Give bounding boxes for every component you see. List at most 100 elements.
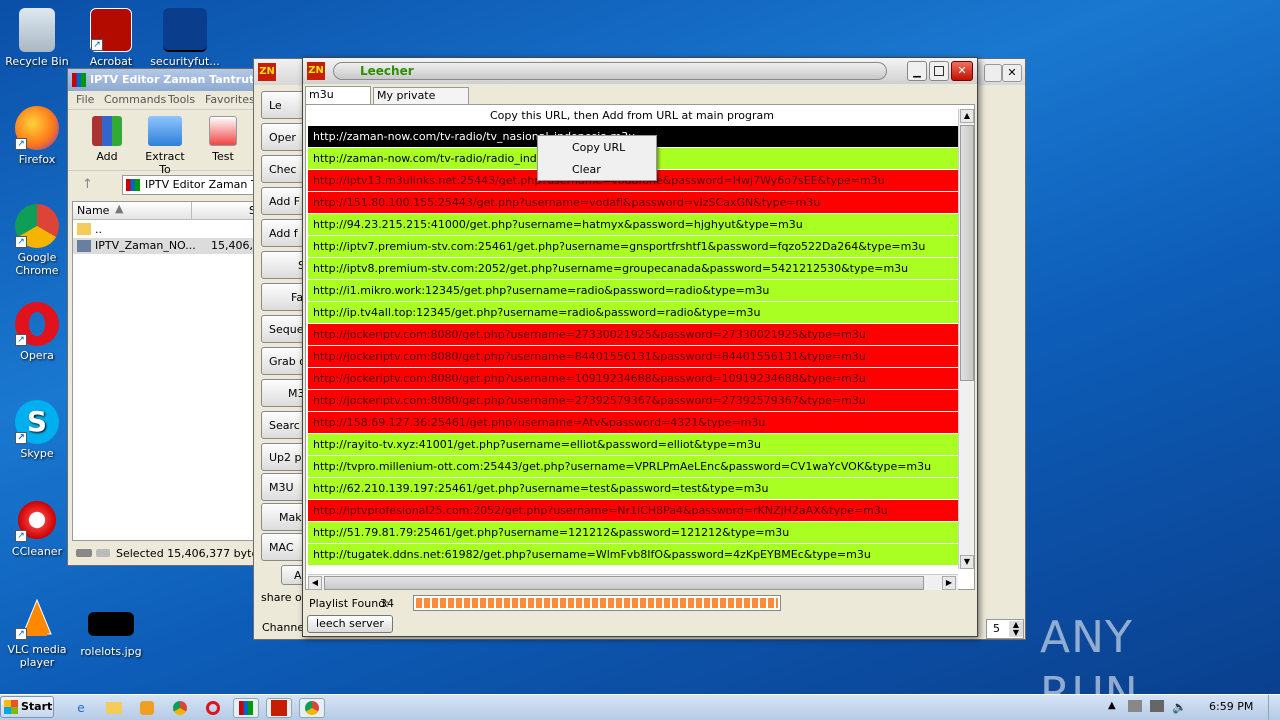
list-item[interactable]: http://jockeriptv.com:8080/get.php?usern…	[308, 324, 958, 346]
archive-icon	[126, 179, 140, 191]
list-item[interactable]: http://tvpro.millenium-ott.com:25443/get…	[308, 456, 958, 478]
horizontal-scrollbar[interactable]: ◀ ▶	[308, 574, 958, 590]
chrome-window-taskbar-icon[interactable]	[299, 698, 325, 718]
file-list: Name ▲ S .. IPTV_Zaman_NO... 15,406,3	[72, 201, 260, 541]
windows-logo-icon	[4, 700, 18, 714]
list-item[interactable]: http://151.80.100.155:25443/get.php?user…	[308, 192, 958, 214]
media-player-icon[interactable]	[134, 698, 160, 718]
desktop-icon-ccleaner[interactable]: ↗ CCleaner	[0, 498, 74, 558]
scroll-right-arrow-icon[interactable]: ▶	[942, 576, 956, 590]
winrar-icon	[72, 73, 86, 87]
add-label: Add	[96, 150, 118, 163]
list-item[interactable]: http://tugatek.ddns.net:61982/get.php?us…	[308, 544, 958, 566]
desktop-icon-securityfut[interactable]: securityfut...	[148, 8, 222, 68]
volume-icon[interactable]: 🔈	[1172, 700, 1187, 714]
close-button[interactable]: ✕	[951, 61, 973, 81]
desktop-icon-label: rolelots.jpg	[80, 645, 142, 658]
clock[interactable]: 6:59 PM	[1209, 700, 1253, 713]
winrar-titlebar[interactable]: IPTV Editor Zaman Tantruttv	[68, 69, 267, 91]
desktop-icon-skype[interactable]: S ↗ Skype	[0, 400, 74, 460]
list-item[interactable]: http://jockeriptv.com:8080/get.php?usern…	[308, 346, 958, 368]
list-item[interactable]: http://iptv7.premium-stv.com:25461/get.p…	[308, 236, 958, 258]
desktop-icon-recycle-bin[interactable]: Recycle Bin	[0, 8, 74, 68]
list-item[interactable]: http://94.23.215.215:41000/get.php?usern…	[308, 214, 958, 236]
list-item[interactable]: http://62.210.139.197:25461/get.php?user…	[308, 478, 958, 500]
table-row[interactable]: IPTV_Zaman_NO... 15,406,3	[73, 238, 260, 254]
menu-commands[interactable]: Commands	[104, 91, 166, 109]
spinner-arrows-icon[interactable]: ▲ ▼	[1009, 621, 1023, 637]
list-item[interactable]: http://iptv8.premium-stv.com:2052/get.ph…	[308, 258, 958, 280]
list-item[interactable]: http://158.69.127.36:25461/get.php?usern…	[308, 412, 958, 434]
path-field[interactable]: IPTV Editor Zaman Tan	[122, 175, 258, 195]
leecher-title-pill: Leecher	[333, 62, 887, 80]
instruction-text: Copy this URL, then Add from URL at main…	[490, 109, 774, 122]
extract-to-label: Extract To	[145, 150, 185, 176]
list-item[interactable]: http://ip.tv4all.top:12345/get.php?usern…	[308, 302, 958, 324]
desktop-icon-label: securityfut...	[150, 55, 220, 68]
menu-file[interactable]: File	[76, 91, 94, 109]
row-name: IPTV_Zaman_NO...	[95, 239, 196, 252]
h-scroll-thumb[interactable]	[324, 576, 924, 590]
winrar-taskbar-icon[interactable]	[233, 698, 259, 718]
taskbar: Start e ▲ 🔈 6:59 PM	[0, 694, 1280, 720]
editor-app-icon: ZN	[258, 63, 276, 81]
editor-maximize-button[interactable]	[984, 64, 1002, 82]
desktop-icon-chrome[interactable]: ↗ Google Chrome	[0, 204, 74, 277]
scroll-up-arrow-icon[interactable]: ▲	[960, 109, 974, 123]
desktop-icon-label: Google Chrome	[15, 251, 59, 277]
list-item[interactable]: http://rayito-tv.xyz:41001/get.php?usern…	[308, 434, 958, 456]
up-arrow-icon[interactable]: ↑	[82, 177, 93, 192]
leecher-titlebar[interactable]: ZN Leecher ▁ ✕	[303, 58, 977, 84]
menu-item-clear[interactable]: Clear	[540, 160, 654, 180]
table-row[interactable]: ..	[73, 222, 255, 238]
folder-icon	[77, 223, 91, 235]
list-item[interactable]: http://iptvprofesional25.com:2052/get.ph…	[308, 500, 958, 522]
desktop-icon-opera[interactable]: ↗ Opera	[0, 302, 74, 362]
tab-my-private-leecher[interactable]: My private leecher	[373, 87, 469, 117]
menu-item-copy-url[interactable]: Copy URL	[540, 138, 654, 158]
add-button[interactable]: Add	[88, 116, 126, 163]
archive-add-icon	[92, 116, 122, 146]
desktop-icon-acrobat[interactable]: ↗ Acrobat	[74, 8, 148, 68]
desktop-icon-rolelots[interactable]: rolelots.jpg	[74, 612, 148, 658]
list-item[interactable]: http://i1.mikro.work:12345/get.php?usern…	[308, 280, 958, 302]
list-item[interactable]: http://jockeriptv.com:8080/get.php?usern…	[308, 390, 958, 412]
scroll-down-arrow-icon[interactable]: ▼	[960, 555, 974, 569]
leech-server-button[interactable]: leech server	[307, 615, 393, 633]
scroll-left-arrow-icon[interactable]: ◀	[308, 576, 322, 590]
minimize-button[interactable]: ▁	[907, 61, 927, 81]
desktop-icon-label: Recycle Bin	[5, 55, 69, 68]
ie-icon[interactable]: e	[68, 698, 94, 718]
desktop-icon-vlc[interactable]: ↗ VLC media player	[0, 596, 74, 669]
opera-taskbar-icon[interactable]	[200, 698, 226, 718]
iptv-editor-taskbar-icon[interactable]	[266, 698, 292, 718]
channel-spinner[interactable]: 5 ▲ ▼	[986, 619, 1024, 639]
explorer-icon[interactable]	[101, 698, 127, 718]
tray-expand-icon[interactable]: ▲	[1108, 700, 1116, 711]
action-center-icon[interactable]	[1150, 700, 1164, 712]
chrome-taskbar-icon[interactable]	[167, 698, 193, 718]
desktop-icon-label: CCleaner	[11, 545, 63, 558]
scroll-thumb[interactable]	[960, 125, 974, 381]
skype-icon: S ↗	[15, 400, 59, 444]
list-item[interactable]: http://jockeriptv.com:8080/get.php?usern…	[308, 368, 958, 390]
editor-close-button[interactable]: ✕	[1002, 64, 1022, 82]
channel-label: Channel	[262, 621, 308, 634]
start-button[interactable]: Start	[0, 696, 54, 718]
network-icon[interactable]	[1128, 700, 1142, 712]
menu-tools[interactable]: Tools	[168, 91, 195, 109]
list-item[interactable]: http://51.79.81.79:25461/get.php?usernam…	[308, 522, 958, 544]
extract-to-button[interactable]: Extract To	[138, 116, 192, 176]
column-name[interactable]: Name	[77, 204, 109, 217]
maximize-button[interactable]	[929, 61, 949, 81]
desktop-icon-firefox[interactable]: ↗ Firefox	[0, 106, 74, 166]
tab-m3u-leecher[interactable]: m3u leecher	[305, 86, 371, 117]
maximize-icon	[934, 66, 944, 76]
show-desktop-button[interactable]	[1268, 695, 1280, 720]
opera-icon: ↗	[15, 302, 59, 346]
playlist-found-label: Playlist Found:	[309, 597, 389, 610]
vertical-scrollbar[interactable]: ▲ ▼	[958, 109, 974, 569]
test-button[interactable]: Test	[206, 116, 240, 163]
menu-favorites[interactable]: Favorites	[205, 91, 255, 109]
winrar-menubar: File Commands Tools Favorites	[68, 91, 256, 109]
